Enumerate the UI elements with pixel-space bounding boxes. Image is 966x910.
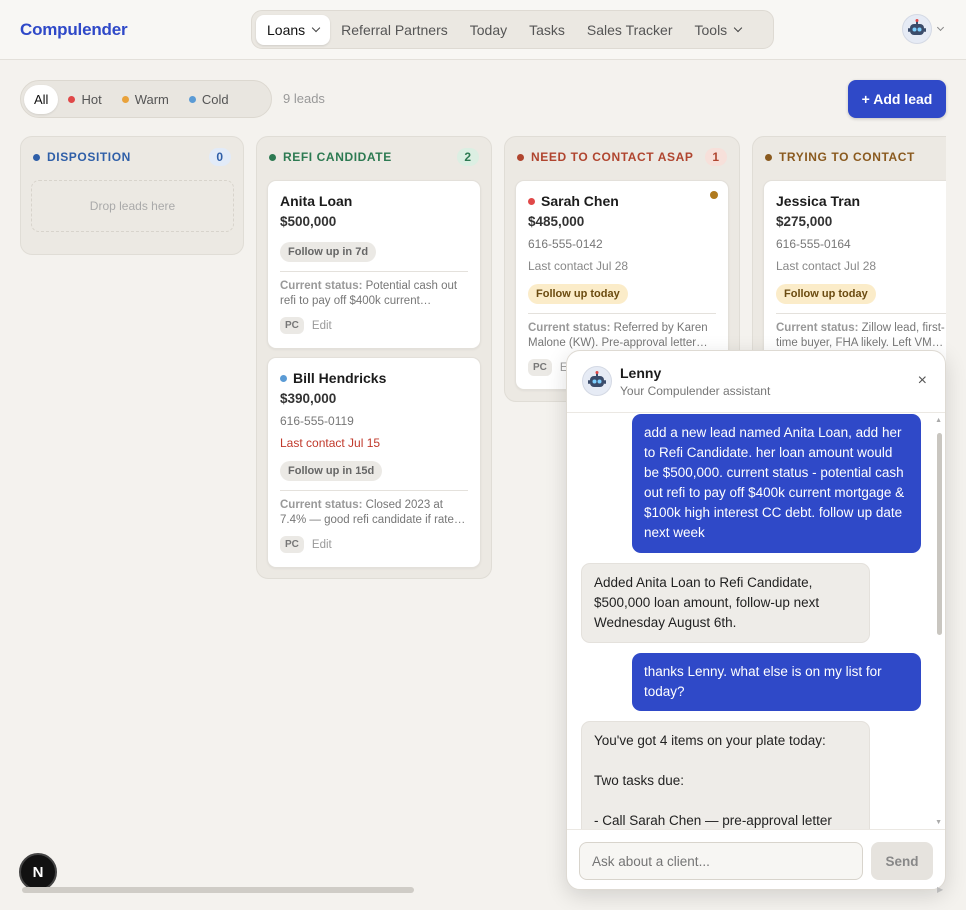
scroll-up-icon[interactable]: ▲ [935,417,942,424]
column-dot-icon [517,153,524,161]
nav-sales-tracker[interactable]: Sales Tracker [576,15,684,45]
main-nav: Loans Referral Partners Today Tasks Sale… [251,10,774,49]
divider [280,490,468,491]
cold-dot-icon [188,95,196,103]
lead-name: Anita Loan [280,193,353,209]
heat-filter: All Hot Warm Cold [20,80,272,118]
phone-number[interactable]: 616-555-0142 [528,237,716,251]
horizontal-scrollbar[interactable] [22,887,414,893]
nav-loans[interactable]: Loans [256,14,331,45]
hot-dot-icon [528,197,535,205]
column-dot-icon [269,153,276,161]
loan-amount: $390,000 [280,391,337,406]
last-contact: Last contact Jul 28 [528,259,629,273]
user-menu[interactable] [902,14,945,44]
add-lead-button[interactable]: + Add lead [848,80,946,118]
follow-up-badge: Follow up today [776,284,876,304]
column-dot-icon [765,153,772,161]
divider [280,271,468,272]
column-title: DISPOSITION [47,150,131,164]
column-count: 0 [209,148,231,166]
follow-up-badge: Follow up in 15d [280,461,383,481]
nav-tasks[interactable]: Tasks [518,15,576,45]
divider [528,313,716,314]
last-contact: Last contact Jul 15 [280,436,381,450]
nav-referral-partners[interactable]: Referral Partners [330,15,459,45]
robot-avatar-icon [582,366,612,396]
chevron-down-icon [311,23,321,33]
chevron-down-icon [733,23,743,33]
robot-avatar-icon [902,14,932,44]
filter-warm[interactable]: Warm [112,85,179,114]
column-title: TRYING TO CONTACT [779,150,915,164]
warm-dot-icon [121,95,129,103]
column-disposition: DISPOSITION 0 Drop leads here [20,136,244,255]
cold-dot-icon [280,374,287,382]
edit-link[interactable]: Edit [312,320,332,332]
lead-name: Sarah Chen [541,193,619,209]
chat-title: Lenny [620,365,662,381]
user-message: thanks Lenny. what else is on my list fo… [632,653,921,711]
phone-number[interactable]: 616-555-0164 [776,237,946,251]
heat-indicator-icon [710,191,718,199]
scroll-right-icon[interactable]: ▶ [937,885,943,894]
assistant-message: You've got 4 items on your plate today: … [581,721,870,829]
column-dot-icon [33,153,40,161]
column-count: 1 [705,148,727,166]
close-icon[interactable]: × [918,372,927,390]
chevron-down-icon [936,23,945,32]
loan-amount: $275,000 [776,214,833,229]
nav-today[interactable]: Today [459,15,518,45]
column-title: NEED TO CONTACT ASAP [531,150,694,164]
filter-hot[interactable]: Hot [58,85,111,114]
hot-dot-icon [68,95,76,103]
owner-badge: PC [280,536,304,554]
app-logo[interactable]: Compulender [20,20,128,40]
scroll-down-icon[interactable]: ▼ [935,819,942,826]
loan-amount: $485,000 [528,214,585,229]
nav-tools[interactable]: Tools [684,15,753,45]
edit-link[interactable]: Edit [312,539,332,551]
chat-composer: Send [567,829,945,889]
loan-amount: $500,000 [280,214,337,229]
last-contact: Last contact Jul 28 [776,259,877,273]
top-bar: Compulender Loans Referral Partners Toda… [0,0,966,60]
lead-name: Bill Hendricks [293,370,387,386]
current-status: Current status: Referred by Karen Malone… [528,322,708,350]
chat-input[interactable] [579,842,863,880]
chat-scrollbar[interactable] [937,433,942,635]
follow-up-badge: Follow up in 7d [280,242,377,262]
assistant-message: Added Anita Loan to Refi Candidate, $500… [581,563,870,643]
chat-subtitle: Your Compulender assistant [620,384,771,398]
chat-messages[interactable]: add a new lead named Anita Loan, add her… [567,413,937,829]
follow-up-badge: Follow up today [528,284,628,304]
owner-badge: PC [280,317,304,335]
lead-card-anita-loan[interactable]: Anita Loan $500,000 Follow up in 7d Curr… [267,180,481,349]
chat-header: Lenny Your Compulender assistant × [567,351,945,413]
phone-number[interactable]: 616-555-0119 [280,414,468,428]
divider [776,313,946,314]
owner-badge: PC [528,359,552,377]
send-button[interactable]: Send [871,842,933,880]
column-title: REFI CANDIDATE [283,150,392,164]
current-status: Current status: Zillow lead, first-time … [776,322,945,350]
lead-name: Jessica Tran [776,193,861,209]
filter-cold[interactable]: Cold [179,85,239,114]
filter-all[interactable]: All [24,84,59,114]
dev-tools-button[interactable]: N [19,853,57,891]
user-message: add a new lead named Anita Loan, add her… [632,414,921,553]
lead-card-bill-hendricks[interactable]: Bill Hendricks $390,000 616-555-0119 Las… [267,357,481,568]
lead-count: 9 leads [283,91,325,106]
current-status: Current status: Closed 2023 at 7.4% — go… [280,499,466,527]
dropzone[interactable]: Drop leads here [31,180,234,232]
assistant-chat-panel: Lenny Your Compulender assistant × add a… [566,350,946,890]
current-status: Current status: Potential cash out refi … [280,280,458,308]
column-count: 2 [457,148,479,166]
